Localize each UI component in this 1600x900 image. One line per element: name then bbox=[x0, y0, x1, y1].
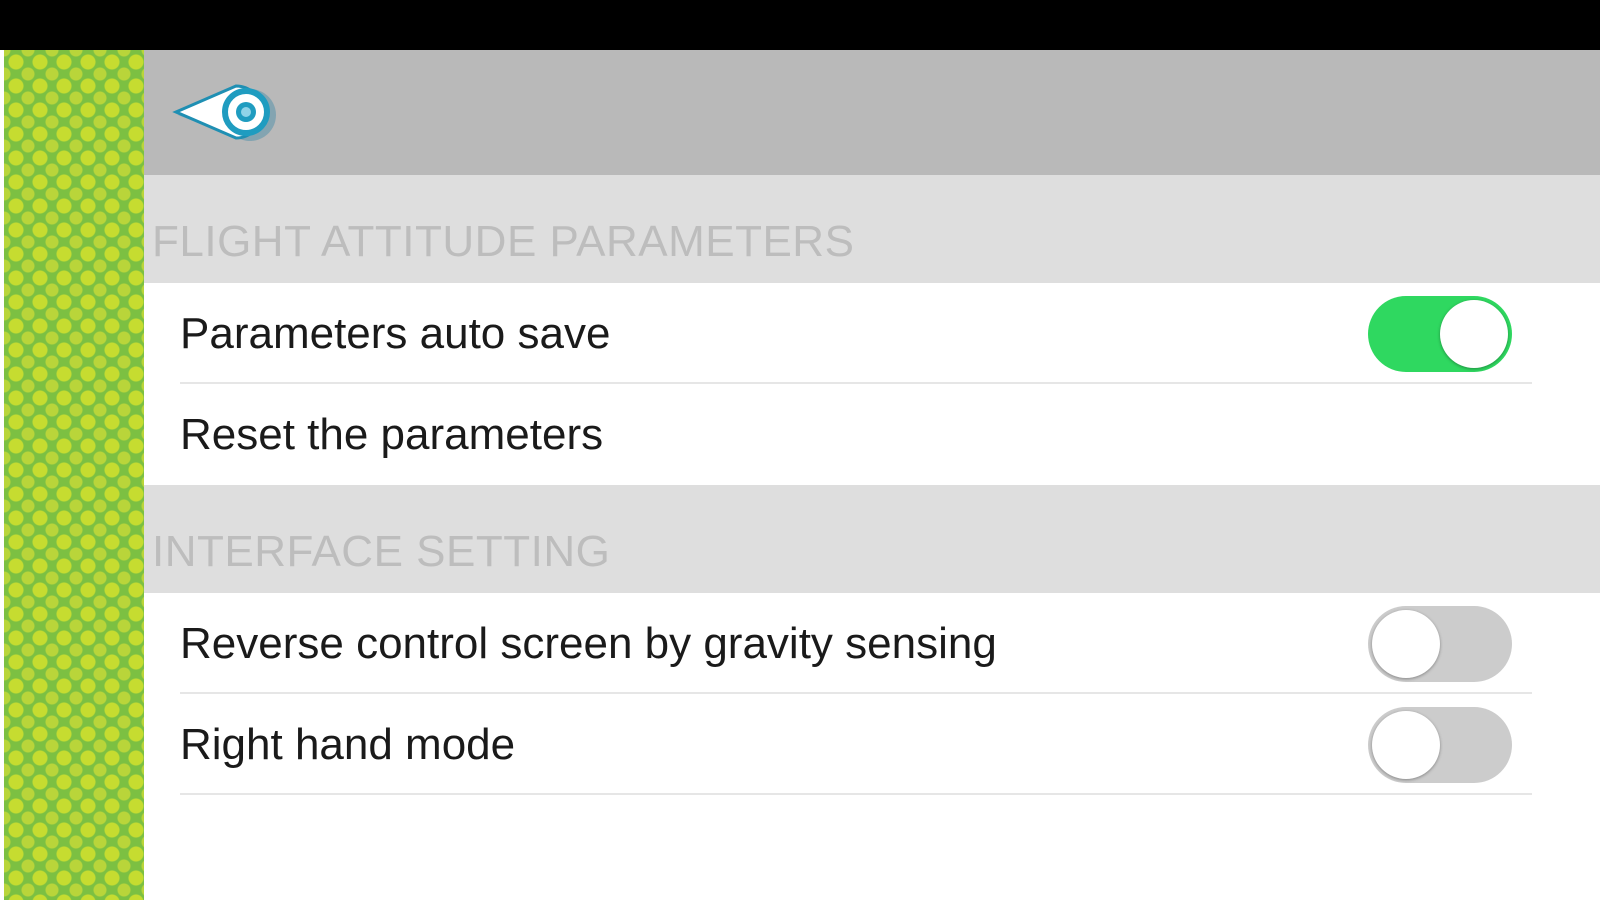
right-hand-mode-toggle[interactable] bbox=[1368, 706, 1512, 783]
setting-label: Reverse control screen by gravity sensin… bbox=[180, 618, 997, 668]
setting-row-right-hand-mode[interactable]: Right hand mode bbox=[144, 694, 1600, 795]
setting-label: Right hand mode bbox=[180, 719, 516, 769]
reverse-control-toggle[interactable] bbox=[1368, 605, 1512, 682]
decorative-side-panel bbox=[4, 50, 144, 900]
section-title: INTERFACE SETTING bbox=[152, 527, 611, 576]
setting-label: Parameters auto save bbox=[180, 308, 611, 358]
status-bar bbox=[0, 0, 1600, 50]
row-divider bbox=[180, 793, 1532, 795]
setting-row-auto-save[interactable]: Parameters auto save bbox=[144, 283, 1600, 384]
toggle-knob bbox=[1440, 299, 1508, 368]
toggle-knob bbox=[1372, 609, 1440, 678]
settings-header bbox=[144, 50, 1600, 175]
setting-label: Reset the parameters bbox=[180, 409, 604, 459]
section-header-interface-setting: INTERFACE SETTING bbox=[144, 485, 1600, 593]
setting-row-reverse-control[interactable]: Reverse control screen by gravity sensin… bbox=[144, 593, 1600, 694]
section-header-flight-attitude: FLIGHT ATTITUDE PARAMETERS bbox=[144, 175, 1600, 283]
auto-save-toggle[interactable] bbox=[1368, 295, 1512, 372]
settings-panel: FLIGHT ATTITUDE PARAMETERS Parameters au… bbox=[144, 50, 1600, 900]
toggle-knob bbox=[1372, 710, 1440, 779]
setting-row-reset-parameters[interactable]: Reset the parameters bbox=[144, 384, 1600, 485]
back-arrow-icon bbox=[172, 84, 276, 141]
back-button[interactable] bbox=[172, 80, 282, 144]
section-title: FLIGHT ATTITUDE PARAMETERS bbox=[152, 217, 855, 266]
